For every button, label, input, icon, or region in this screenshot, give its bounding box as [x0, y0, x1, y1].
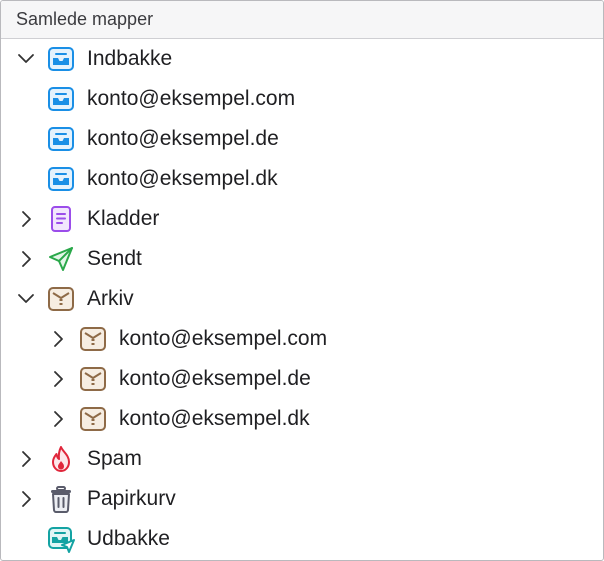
chevron-right-icon[interactable] [15, 488, 37, 510]
chevron-right-icon[interactable] [47, 408, 69, 430]
folder-inbox-de[interactable]: konto@eksempel.de [1, 119, 603, 159]
folder-label: Udbakke [87, 527, 170, 550]
folder-label: konto@eksempel.de [119, 367, 311, 390]
folder-pane-header: Samlede mapper [1, 1, 603, 39]
folder-archive[interactable]: Arkiv [1, 279, 603, 319]
chevron-right-icon[interactable] [47, 328, 69, 350]
archive-icon [47, 285, 75, 313]
inbox-icon [47, 45, 75, 73]
folder-sent[interactable]: Sendt [1, 239, 603, 279]
folder-tree: Indbakke konto@eksempel.com konto@eksemp… [1, 39, 603, 559]
folder-outbox[interactable]: Udbakke [1, 519, 603, 559]
archive-icon [79, 405, 107, 433]
drafts-icon [47, 205, 75, 233]
folder-trash[interactable]: Papirkurv [1, 479, 603, 519]
chevron-down-icon[interactable] [15, 48, 37, 70]
chevron-right-icon[interactable] [15, 208, 37, 230]
inbox-icon [47, 125, 75, 153]
archive-icon [79, 325, 107, 353]
trash-icon [47, 485, 75, 513]
flame-icon [47, 445, 75, 473]
folder-label: konto@eksempel.dk [119, 407, 310, 430]
folder-label: Kladder [87, 207, 160, 230]
inbox-icon [47, 165, 75, 193]
folder-drafts[interactable]: Kladder [1, 199, 603, 239]
folder-archive-com[interactable]: konto@eksempel.com [1, 319, 603, 359]
folder-label: konto@eksempel.dk [87, 167, 278, 190]
folder-label: konto@eksempel.com [119, 327, 328, 350]
folder-label: Arkiv [87, 287, 134, 310]
folder-inbox[interactable]: Indbakke [1, 39, 603, 79]
pane-title: Samlede mapper [16, 9, 154, 29]
folder-inbox-com[interactable]: konto@eksempel.com [1, 79, 603, 119]
sent-icon [47, 245, 75, 273]
folder-label: konto@eksempel.com [87, 87, 296, 110]
inbox-icon [47, 85, 75, 113]
folder-label: Sendt [87, 247, 142, 270]
archive-icon [79, 365, 107, 393]
folder-inbox-dk[interactable]: konto@eksempel.dk [1, 159, 603, 199]
folder-label: Indbakke [87, 47, 173, 70]
folder-label: Papirkurv [87, 487, 176, 510]
folder-archive-dk[interactable]: konto@eksempel.dk [1, 399, 603, 439]
folder-spam[interactable]: Spam [1, 439, 603, 479]
chevron-right-icon[interactable] [15, 248, 37, 270]
chevron-down-icon[interactable] [15, 288, 37, 310]
chevron-right-icon[interactable] [15, 448, 37, 470]
folder-pane: Samlede mapper Indbakke konto@eksempel.c… [0, 0, 604, 561]
outbox-icon [47, 525, 75, 553]
chevron-right-icon[interactable] [47, 368, 69, 390]
folder-archive-de[interactable]: konto@eksempel.de [1, 359, 603, 399]
folder-label: konto@eksempel.de [87, 127, 279, 150]
folder-label: Spam [87, 447, 142, 470]
